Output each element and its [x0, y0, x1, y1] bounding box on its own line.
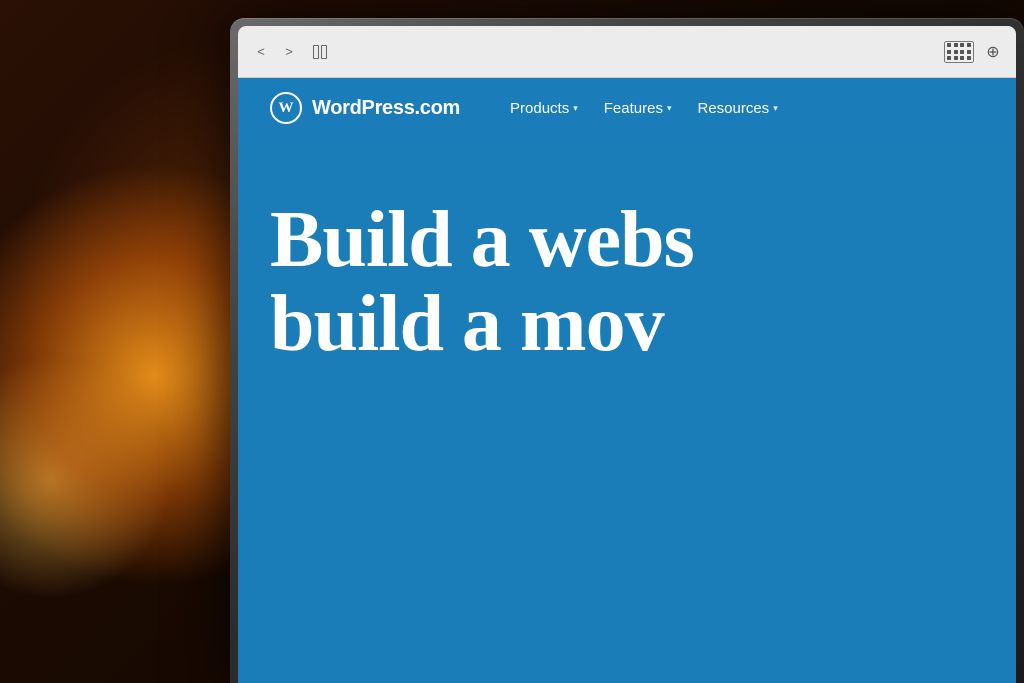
- screen-bezel: < >: [238, 26, 1016, 683]
- grid-view-button[interactable]: [944, 41, 974, 63]
- grid-icon: [947, 43, 971, 60]
- browser-controls: < >: [250, 41, 334, 63]
- resources-chevron-icon: ▾: [773, 103, 778, 114]
- back-icon: <: [257, 44, 265, 59]
- laptop-shell: < >: [230, 18, 1024, 683]
- site-name: WordPress.com: [312, 97, 460, 120]
- nav-item-features-label: Features: [604, 100, 663, 117]
- nav-item-resources[interactable]: Resources ▾: [687, 94, 787, 123]
- nav-item-products[interactable]: Products ▾: [500, 94, 588, 123]
- hero-line-1: Build a webs: [270, 196, 694, 284]
- products-chevron-icon: ▾: [573, 103, 578, 114]
- hero-line-2: build a mov: [270, 280, 664, 368]
- nav-items: Products ▾ Features ▾ Resources ▾: [500, 94, 788, 123]
- forward-icon: >: [285, 44, 293, 59]
- tab-view-icon: [313, 45, 327, 59]
- website-content: W WordPress.com Products ▾ Features ▾ Re…: [238, 78, 1016, 683]
- nav-item-features[interactable]: Features ▾: [594, 94, 682, 123]
- hero-title: Build a webs build a mov: [270, 198, 984, 366]
- new-tab-button[interactable]: ⊕: [982, 41, 1004, 63]
- forward-button[interactable]: >: [278, 41, 300, 63]
- browser-actions: ⊕: [944, 41, 1004, 63]
- wp-logo-letter: W: [279, 100, 294, 117]
- logo-area: W WordPress.com: [270, 92, 460, 124]
- plus-icon: ⊕: [986, 42, 999, 62]
- tab-view-button[interactable]: [306, 41, 334, 63]
- browser-chrome: < >: [238, 26, 1016, 78]
- nav-item-products-label: Products: [510, 100, 569, 117]
- site-nav: W WordPress.com Products ▾ Features ▾ Re…: [238, 78, 1016, 138]
- hero-section: Build a webs build a mov: [238, 138, 1016, 366]
- nav-item-resources-label: Resources: [697, 100, 769, 117]
- back-button[interactable]: <: [250, 41, 272, 63]
- features-chevron-icon: ▾: [667, 103, 672, 114]
- wordpress-logo: W: [270, 92, 302, 124]
